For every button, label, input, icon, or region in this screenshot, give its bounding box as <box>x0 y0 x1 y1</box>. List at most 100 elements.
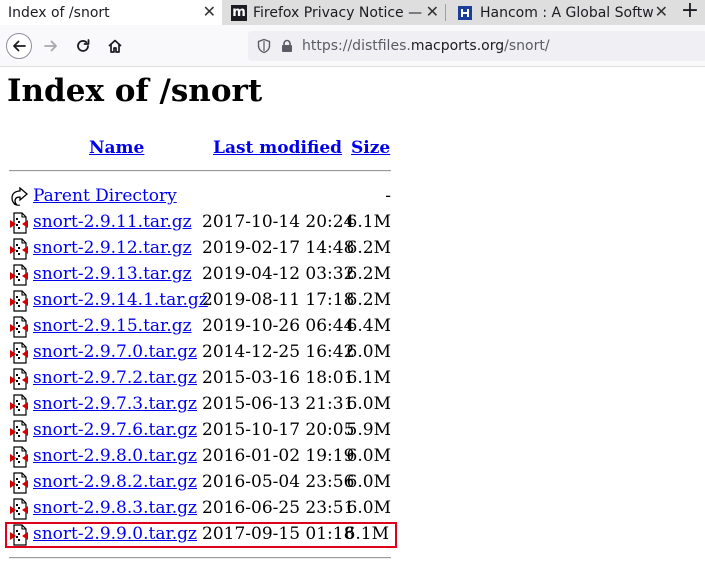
table-row: snort-2.9.7.2.tar.gz 2015-03-16 18:01 6.1M <box>9 366 399 392</box>
forward-button[interactable] <box>38 33 64 59</box>
file-link[interactable]: snort-2.9.14.1.tar.gz <box>33 290 208 310</box>
file-link[interactable]: snort-2.9.11.tar.gz <box>33 212 192 232</box>
table-row: snort-2.9.7.0.tar.gz 2014-12-25 16:42 6.0M <box>9 340 399 366</box>
compressed-file-icon <box>10 498 28 520</box>
header-divider <box>9 170 391 172</box>
file-link[interactable]: snort-2.9.8.2.tar.gz <box>33 472 197 492</box>
reload-button[interactable] <box>70 33 96 59</box>
mozilla-m-icon: m <box>231 4 247 21</box>
table-row: snort-2.9.7.3.tar.gz 2015-06-13 21:31 6.0M <box>9 392 399 418</box>
table-row: snort-2.9.12.tar.gz 2019-02-17 14:48 6.2M <box>9 236 399 262</box>
navigation-toolbar: https://distfiles.macports.org/snort/ <box>0 25 705 67</box>
parent-directory-row: Parent Directory - <box>9 184 399 210</box>
last-modified: 2017-09-15 01:18 <box>202 524 355 544</box>
column-header-size[interactable]: Size <box>351 138 390 158</box>
file-link[interactable]: snort-2.9.12.tar.gz <box>33 238 192 258</box>
compressed-file-icon <box>10 472 28 494</box>
compressed-file-icon <box>10 342 28 364</box>
lock-icon[interactable] <box>280 39 294 53</box>
compressed-file-icon <box>10 212 28 234</box>
reload-icon <box>77 39 90 52</box>
table-row-highlighted: snort-2.9.9.0.tar.gz 2017-09-15 01:18 6.1M <box>5 522 397 548</box>
page-title: Index of /snort <box>7 73 263 109</box>
table-row: snort-2.9.8.2.tar.gz 2016-05-04 23:56 6.0M <box>9 470 399 496</box>
file-link[interactable]: snort-2.9.9.0.tar.gz <box>33 524 197 544</box>
tab-title: Index of /snort <box>8 4 110 21</box>
last-modified: 2015-03-16 18:01 <box>202 368 355 388</box>
file-link[interactable]: snort-2.9.7.0.tar.gz <box>33 342 197 362</box>
file-link[interactable]: snort-2.9.7.6.tar.gz <box>33 420 197 440</box>
column-header-name[interactable]: Name <box>89 138 144 158</box>
table-row: snort-2.9.11.tar.gz 2017-10-14 20:24 6.1M <box>9 210 399 236</box>
home-button[interactable] <box>102 33 128 59</box>
file-link[interactable]: snort-2.9.13.tar.gz <box>33 264 192 284</box>
last-modified: 2019-10-26 06:44 <box>202 316 355 336</box>
tab-firefox-privacy-notice[interactable]: m Firefox Privacy Notice — ✕ <box>223 0 445 25</box>
compressed-file-icon <box>10 368 28 390</box>
column-header-last-modified[interactable]: Last modified <box>213 138 342 158</box>
last-modified: 2017-10-14 20:24 <box>202 212 355 232</box>
file-size: 6.0M <box>346 446 391 466</box>
compressed-file-icon <box>10 420 28 442</box>
file-size: 6.0M <box>346 342 391 362</box>
parent-directory-link[interactable]: Parent Directory <box>33 186 177 206</box>
last-modified: 2015-10-17 20:05 <box>202 420 355 440</box>
file-size: 6.0M <box>346 394 391 414</box>
footer-divider <box>9 557 391 559</box>
new-tab-button[interactable]: + <box>675 0 705 25</box>
file-size: 6.1M <box>346 368 391 388</box>
last-modified: 2019-02-17 14:48 <box>202 238 355 258</box>
tab-strip: Index of /snort ✕ m Firefox Privacy Noti… <box>0 0 705 25</box>
compressed-file-icon <box>10 316 28 338</box>
table-row: snort-2.9.8.3.tar.gz 2016-06-25 23:51 6.0M <box>9 496 399 522</box>
last-modified: 2019-08-11 17:18 <box>202 290 355 310</box>
file-size: 6.0M <box>346 472 391 492</box>
last-modified: 2019-04-12 03:32 <box>202 264 355 284</box>
table-row: snort-2.9.7.6.tar.gz 2015-10-17 20:05 5.9M <box>9 418 399 444</box>
file-link[interactable]: snort-2.9.8.0.tar.gz <box>33 446 197 466</box>
file-size: 6.2M <box>346 264 391 284</box>
file-link[interactable]: snort-2.9.7.3.tar.gz <box>33 394 197 414</box>
forward-arrow-icon <box>44 40 57 52</box>
table-row: snort-2.9.13.tar.gz 2019-04-12 03:32 6.2M <box>9 262 399 288</box>
compressed-file-icon <box>10 290 28 312</box>
last-modified: 2016-06-25 23:51 <box>202 498 355 518</box>
table-row: snort-2.9.14.1.tar.gz 2019-08-11 17:18 6.2… <box>9 288 399 314</box>
address-bar[interactable]: https://distfiles.macports.org/snort/ <box>248 31 705 61</box>
compressed-file-icon <box>10 524 28 546</box>
file-link[interactable]: snort-2.9.8.3.tar.gz <box>33 498 197 518</box>
table-row: snort-2.9.15.tar.gz 2019-10-26 06:44 6.4M <box>9 314 399 340</box>
last-modified: 2014-12-25 16:42 <box>202 342 355 362</box>
file-size: 6.1M <box>346 212 391 232</box>
file-size: 5.9M <box>346 420 391 440</box>
tab-title: Firefox Privacy Notice — <box>253 4 423 21</box>
close-tab-icon[interactable]: ✕ <box>203 2 216 21</box>
back-arrow-icon <box>11 186 28 207</box>
compressed-file-icon <box>10 238 28 260</box>
file-link[interactable]: snort-2.9.15.tar.gz <box>33 316 192 336</box>
tab-index-of-snort[interactable]: Index of /snort ✕ <box>0 0 222 25</box>
tab-title: Hancom : A Global Softw <box>480 4 654 21</box>
last-modified: 2016-05-04 23:56 <box>202 472 355 492</box>
file-size: 6.1M <box>344 524 389 544</box>
compressed-file-icon <box>10 446 28 468</box>
table-row: snort-2.9.8.0.tar.gz 2016-01-02 19:19 6.0M <box>9 444 399 470</box>
compressed-file-icon <box>10 394 28 416</box>
home-icon <box>108 39 122 53</box>
last-modified: 2015-06-13 21:31 <box>202 394 355 414</box>
file-size: 6.4M <box>346 316 391 336</box>
compressed-file-icon <box>10 264 28 286</box>
file-size: 6.0M <box>346 498 391 518</box>
file-link[interactable]: snort-2.9.7.2.tar.gz <box>33 368 197 388</box>
close-tab-icon[interactable]: ✕ <box>426 2 439 21</box>
url-text: https://distfiles.macports.org/snort/ <box>302 38 550 54</box>
file-size: - <box>385 186 391 206</box>
back-button[interactable] <box>6 33 32 59</box>
shield-icon[interactable] <box>256 38 272 54</box>
back-arrow-icon <box>13 40 26 52</box>
file-size: 6.2M <box>346 238 391 258</box>
tab-hancom[interactable]: Hancom : A Global Softw ✕ <box>446 0 674 25</box>
hancom-icon <box>458 5 472 20</box>
file-size: 6.2M <box>346 290 391 310</box>
close-tab-icon[interactable]: ✕ <box>655 2 668 21</box>
